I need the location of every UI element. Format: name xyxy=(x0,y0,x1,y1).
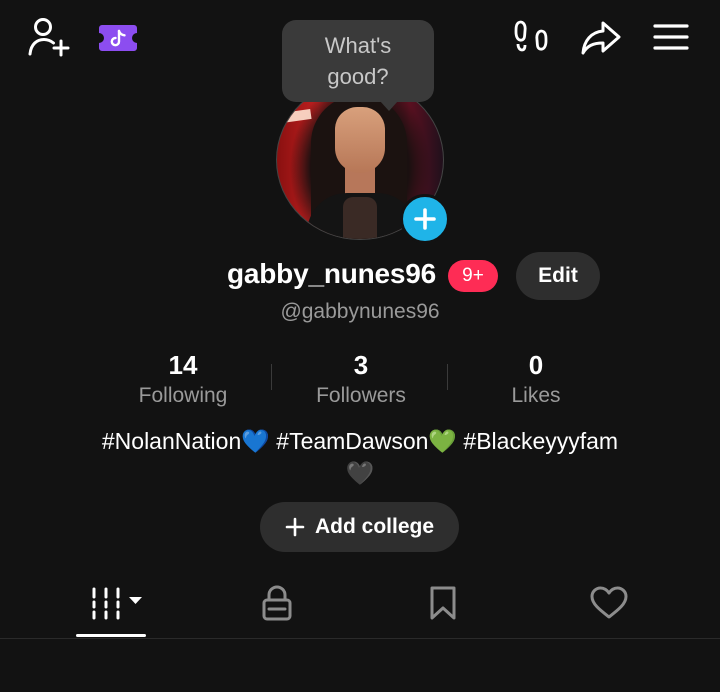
tab-videos[interactable] xyxy=(80,580,146,626)
stat-value: 14 xyxy=(168,350,198,380)
stat-divider xyxy=(271,364,272,390)
display-name: gabby_nunes96 xyxy=(227,258,437,289)
heart-icon xyxy=(590,586,628,619)
active-tab-indicator xyxy=(76,634,146,637)
menu-icon[interactable] xyxy=(652,22,690,52)
bio-text-continued: 🖤 xyxy=(345,460,375,486)
stat-followers[interactable]: 3 Followers xyxy=(286,348,436,408)
lock-icon xyxy=(262,585,292,621)
share-icon[interactable] xyxy=(579,18,623,58)
notification-badge[interactable]: 9+ xyxy=(448,260,498,292)
tab-private[interactable] xyxy=(250,580,304,626)
bookmark-icon xyxy=(430,586,456,620)
stat-label: Followers xyxy=(316,384,406,407)
tab-liked[interactable] xyxy=(582,580,636,626)
tiktok-ticket-icon[interactable] xyxy=(98,22,138,54)
grid-dropdown-icon xyxy=(92,587,142,620)
stat-likes[interactable]: 0 Likes xyxy=(461,348,611,408)
plus-icon xyxy=(414,208,436,230)
add-college-button[interactable]: Add college xyxy=(260,502,459,552)
stat-value: 0 xyxy=(528,350,544,380)
footprints-icon[interactable] xyxy=(512,18,550,58)
stat-label: Likes xyxy=(511,384,561,407)
bio-text: #NolanNation💙 #TeamDawson💚 #Blackeyyyfam xyxy=(101,428,619,454)
user-handle: @gabbynunes96 xyxy=(280,300,440,323)
status-bubble-text: What's good? xyxy=(324,33,392,89)
add-friend-icon[interactable] xyxy=(26,16,72,58)
add-college-label: Add college xyxy=(314,515,435,538)
edit-profile-button[interactable]: Edit xyxy=(516,252,600,300)
tab-favorites[interactable] xyxy=(416,580,470,626)
stat-divider xyxy=(447,364,448,390)
stat-value: 3 xyxy=(353,350,369,380)
stat-following[interactable]: 14 Following xyxy=(108,348,258,408)
add-avatar-button[interactable] xyxy=(400,194,450,244)
status-bubble[interactable]: What's good? xyxy=(282,20,434,111)
stat-label: Following xyxy=(138,384,228,407)
tabs-divider xyxy=(0,638,720,639)
plus-icon xyxy=(285,517,305,537)
